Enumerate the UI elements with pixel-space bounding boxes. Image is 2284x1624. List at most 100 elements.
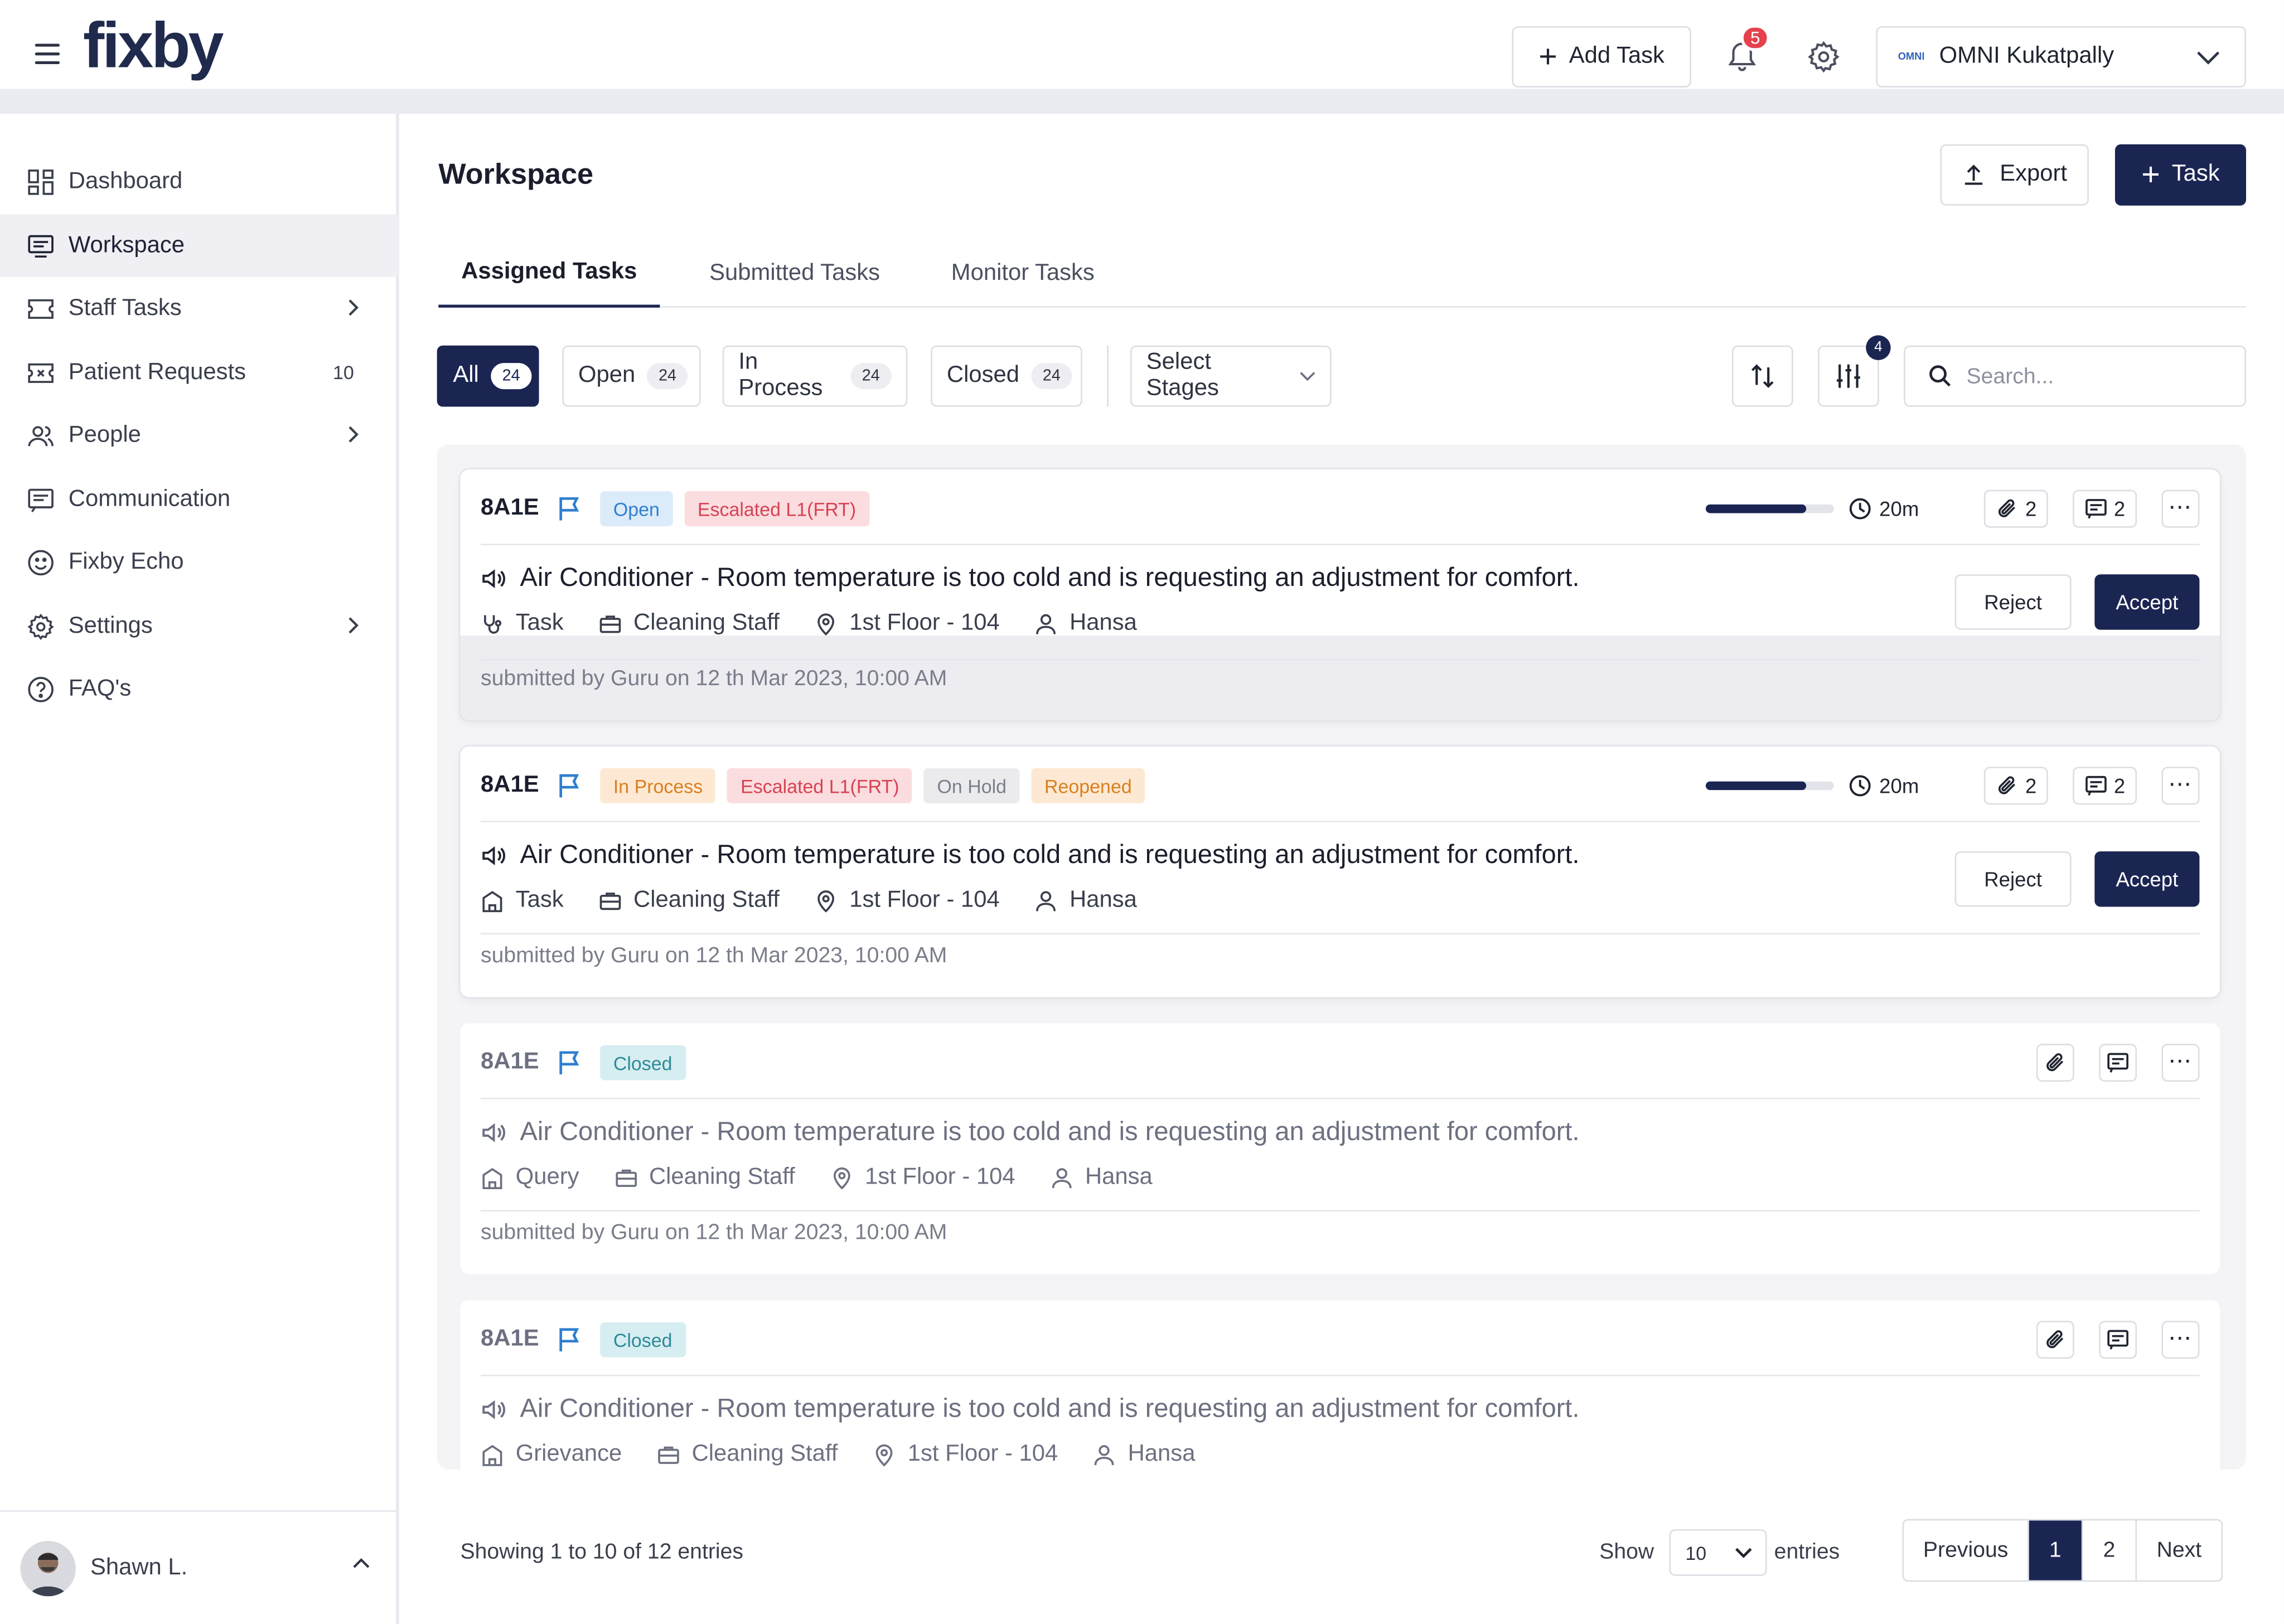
chevron-right-icon: [349, 426, 359, 443]
location-pin-icon: [833, 1167, 850, 1190]
tab-submitted-tasks[interactable]: Submitted Tasks: [709, 240, 880, 307]
filter-count: 24: [1030, 363, 1072, 390]
attachments-button[interactable]: 2: [1984, 489, 2049, 528]
filter-closed[interactable]: Closed 24: [931, 345, 1082, 407]
hamburger-menu-icon[interactable]: [35, 43, 60, 65]
tab-assigned-tasks[interactable]: Assigned Tasks: [438, 240, 660, 308]
comments-button[interactable]: [2099, 1044, 2137, 1082]
comment-icon: [2085, 499, 2107, 519]
tab-monitor-tasks[interactable]: Monitor Tasks: [951, 240, 1095, 307]
sidebar-item-settings[interactable]: Settings: [0, 595, 398, 657]
reject-button[interactable]: Reject: [1954, 851, 2072, 907]
task-id: 8A1E: [481, 496, 539, 521]
sidebar-item-workspace[interactable]: Workspace: [0, 214, 398, 277]
speaker-icon: [482, 1399, 505, 1419]
task-type: Task: [481, 611, 564, 637]
per-page-value: 10: [1685, 1541, 1707, 1564]
sidebar-item-faqs[interactable]: FAQ's: [0, 657, 398, 720]
attachments-button[interactable]: [2036, 1321, 2074, 1359]
location-pin-icon: [876, 1444, 893, 1467]
progress-bar: [1706, 504, 1835, 513]
task-card[interactable]: 8A1E Open Escalated L1(FRT) 20m 2 2 ⋯ Ai…: [460, 469, 2220, 720]
more-options-icon[interactable]: ⋯: [2161, 1321, 2200, 1359]
page-2-button[interactable]: 2: [2083, 1520, 2137, 1581]
sidebar-item-staff-tasks[interactable]: Staff Tasks: [0, 277, 398, 340]
divider: [481, 658, 2200, 661]
filter-in-process[interactable]: In Process 24: [722, 345, 908, 407]
task-card[interactable]: 8A1E Closed ⋯ Air Conditioner - Room tem…: [460, 1023, 2220, 1274]
timer: 20m: [1849, 774, 1919, 797]
flag-icon[interactable]: [557, 496, 583, 522]
task-type: Grievance: [481, 1442, 622, 1468]
briefcase-icon: [657, 1446, 679, 1464]
accept-button[interactable]: Accept: [2094, 574, 2200, 630]
task-card[interactable]: 8A1E Closed ⋯ Air Conditioner - Room tem…: [460, 1300, 2220, 1470]
clock-icon: [1850, 498, 1871, 520]
flag-icon[interactable]: [557, 773, 583, 799]
task-department-label: Cleaning Staff: [691, 1442, 838, 1467]
comments-button[interactable]: 2: [2073, 767, 2137, 805]
export-button[interactable]: Export: [1940, 144, 2089, 206]
chevron-right-icon: [349, 617, 359, 634]
sidebar-item-people[interactable]: People: [0, 404, 398, 466]
task-assignee-label: Hansa: [1128, 1442, 1196, 1467]
task-department: Cleaning Staff: [657, 1442, 838, 1468]
page-1-button[interactable]: 1: [2029, 1520, 2083, 1581]
flag-icon[interactable]: [557, 1327, 583, 1353]
search-input[interactable]: [1966, 363, 2229, 389]
sidebar-item-communication[interactable]: Communication: [0, 468, 398, 530]
chevron-right-icon: [349, 299, 359, 316]
chevron-down-icon: [2197, 51, 2220, 65]
comments-button[interactable]: 2: [2073, 489, 2137, 528]
more-options-icon[interactable]: ⋯: [2161, 1044, 2200, 1082]
add-task-button[interactable]: + Add Task: [1512, 26, 1691, 88]
hospital-selector[interactable]: OMNI OMNI Kukatpally: [1876, 26, 2247, 88]
task-type-label: Task: [515, 610, 564, 636]
task-header: 8A1E Closed ⋯: [481, 1044, 2200, 1082]
submitted-by: submitted by Guru on 12 th Mar 2023, 10:…: [481, 1219, 947, 1244]
sidebar-item-dashboard[interactable]: Dashboard: [0, 150, 398, 212]
filter-label: Closed: [946, 363, 1020, 388]
search-icon: [1929, 365, 1951, 387]
briefcase-icon: [599, 893, 621, 910]
task-location: 1st Floor - 104: [830, 1165, 1015, 1191]
task-card[interactable]: 8A1E In Process Escalated L1(FRT) On Hol…: [460, 746, 2220, 997]
new-task-button[interactable]: + Task: [2114, 144, 2247, 206]
filter-open[interactable]: Open 24: [562, 345, 701, 407]
notification-badge: 5: [1740, 25, 1770, 51]
filter-all[interactable]: All 24: [437, 345, 539, 407]
page-title: Workspace: [438, 159, 594, 191]
reject-button[interactable]: Reject: [1954, 574, 2072, 630]
status-badge: Open: [600, 491, 673, 526]
sidebar-item-patient-requests[interactable]: Patient Requests 10: [0, 341, 398, 404]
select-stages-dropdown[interactable]: Select Stages: [1130, 345, 1332, 407]
sidebar: Dashboard Workspace Staff Tasks Patient …: [0, 113, 398, 1624]
task-type-label: Grievance: [515, 1442, 622, 1467]
app-logo[interactable]: fixby: [83, 14, 224, 79]
accept-button[interactable]: Accept: [2094, 851, 2200, 907]
attachments-button[interactable]: 2: [1984, 767, 2049, 805]
entries-per-page-select[interactable]: 10: [1669, 1529, 1767, 1576]
more-options-icon[interactable]: ⋯: [2161, 489, 2200, 528]
more-options-icon[interactable]: ⋯: [2161, 767, 2200, 805]
task-type-label: Task: [515, 888, 564, 913]
previous-button[interactable]: Previous: [1904, 1520, 2029, 1581]
divider: [481, 1210, 2200, 1211]
sidebar-item-fixby-echo[interactable]: Fixby Echo: [0, 531, 398, 593]
escalation-badge: Escalated L1(FRT): [684, 491, 869, 526]
building-icon: [482, 1444, 502, 1466]
user-menu[interactable]: Shawn L.: [0, 1510, 398, 1624]
filter-count: 24: [490, 363, 532, 390]
task-department-label: Cleaning Staff: [649, 1165, 795, 1190]
search-box[interactable]: [1904, 345, 2247, 407]
comment-count: 2: [2113, 774, 2126, 798]
briefcase-icon: [615, 1169, 636, 1187]
next-button[interactable]: Next: [2137, 1520, 2222, 1580]
flag-icon[interactable]: [557, 1050, 583, 1076]
task-header: 8A1E In Process Escalated L1(FRT) On Hol…: [481, 767, 2200, 805]
comments-button[interactable]: [2099, 1321, 2137, 1359]
attachments-button[interactable]: [2036, 1044, 2074, 1082]
submitted-by: submitted by Guru on 12 th Mar 2023, 10:…: [481, 665, 947, 691]
sort-button[interactable]: [1731, 345, 1793, 407]
gear-icon[interactable]: [1806, 40, 1841, 75]
